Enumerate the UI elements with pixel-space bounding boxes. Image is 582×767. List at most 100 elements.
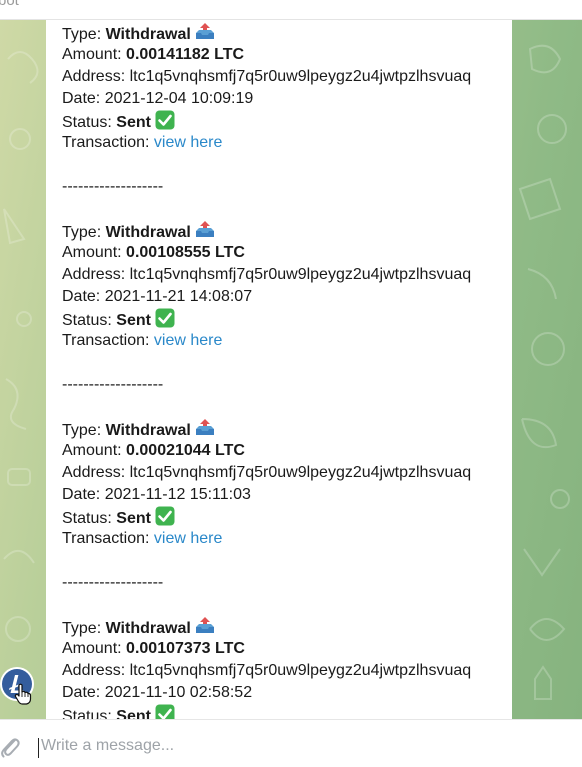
status-line: Status: Sent (62, 308, 471, 330)
status-value: Sent (116, 510, 151, 527)
address-value: ltc1q5vnqhsmfj7q5r0uw9lpeygz2u4jwtpzlhsv… (129, 68, 472, 85)
type-line: Type: Withdrawal (62, 616, 471, 638)
transaction-label: Transaction: (62, 134, 150, 151)
telegram-chat-window: bot Type: Withdrawal Amount: 0.00141182 … (0, 0, 582, 767)
address-label: Address: (62, 68, 126, 85)
check-mark-button-icon (155, 110, 175, 130)
type-value: Withdrawal (105, 620, 191, 637)
transaction-entry: Type: Withdrawal Amount: 0.00141182 LTC … (62, 22, 471, 220)
status-value: Sent (116, 708, 151, 719)
status-label: Status: (62, 708, 112, 719)
check-mark-button-icon (155, 506, 175, 526)
status-value: Sent (116, 114, 151, 131)
type-label: Type: (62, 26, 102, 43)
amount-line: Amount: 0.00141182 LTC (62, 44, 471, 66)
address-value: ltc1q5vnqhsmfj7q5r0uw9lpeygz2u4jwtpzlhsv… (129, 662, 472, 679)
transaction-line: Transaction: view here (62, 132, 471, 154)
type-line: Type: Withdrawal (62, 22, 471, 44)
message-composer (0, 719, 582, 767)
message-input[interactable] (41, 732, 541, 760)
text-caret (38, 738, 39, 758)
view-transaction-link[interactable]: view here (154, 332, 222, 349)
date-label: Date: (62, 288, 101, 305)
amount-label: Amount: (62, 640, 122, 657)
transaction-entry: Type: Withdrawal Amount: 0.00021044 LTC … (62, 418, 471, 616)
date-line: Date: 2021-12-04 10:09:19 (62, 88, 471, 110)
outbox-tray-icon (195, 22, 215, 42)
amount-line: Amount: 0.00108555 LTC (62, 242, 471, 264)
address-line: Address: ltc1q5vnqhsmfj7q5r0uw9lpeygz2u4… (62, 66, 471, 88)
date-line: Date: 2021-11-12 15:11:03 (62, 484, 471, 506)
date-value: 2021-11-12 15:11:03 (104, 486, 251, 503)
address-label: Address: (62, 266, 126, 283)
address-value: ltc1q5vnqhsmfj7q5r0uw9lpeygz2u4jwtpzlhsv… (129, 464, 472, 481)
outbox-tray-icon (195, 418, 215, 438)
date-line: Date: 2021-11-10 02:58:52 (62, 682, 471, 704)
status-value: Sent (116, 312, 151, 329)
amount-label: Amount: (62, 244, 122, 261)
outbox-tray-icon (195, 616, 215, 636)
address-line: Address: ltc1q5vnqhsmfj7q5r0uw9lpeygz2u4… (62, 660, 471, 682)
status-line: Status: Sent (62, 704, 471, 719)
address-label: Address: (62, 464, 126, 481)
amount-value: 0.00021044 LTC (126, 442, 245, 459)
chat-area[interactable]: Type: Withdrawal Amount: 0.00141182 LTC … (0, 19, 582, 719)
amount-label: Amount: (62, 442, 122, 459)
transaction-entry: Type: Withdrawal Amount: 0.00108555 LTC … (62, 220, 471, 418)
status-line: Status: Sent (62, 110, 471, 132)
status-label: Status: (62, 114, 112, 131)
type-line: Type: Withdrawal (62, 220, 471, 242)
amount-value: 0.00141182 LTC (126, 46, 245, 63)
transaction-label: Transaction: (62, 332, 150, 349)
address-line: Address: ltc1q5vnqhsmfj7q5r0uw9lpeygz2u4… (62, 264, 471, 286)
check-mark-button-icon (155, 704, 175, 719)
outbox-tray-icon (195, 220, 215, 240)
address-label: Address: (62, 662, 126, 679)
transaction-line: Transaction: view here (62, 330, 471, 352)
view-transaction-link[interactable]: view here (154, 530, 222, 547)
amount-label: Amount: (62, 46, 122, 63)
transaction-line: Transaction: view here (62, 528, 471, 550)
type-value: Withdrawal (105, 224, 191, 241)
type-label: Type: (62, 620, 102, 637)
date-value: 2021-12-04 10:09:19 (104, 90, 254, 107)
amount-value: 0.00108555 LTC (126, 244, 245, 261)
type-label: Type: (62, 422, 102, 439)
status-label: Status: (62, 312, 112, 329)
date-line: Date: 2021-11-21 14:08:07 (62, 286, 471, 308)
type-value: Withdrawal (105, 26, 191, 43)
type-value: Withdrawal (105, 422, 191, 439)
separator: ------------------- (62, 574, 164, 591)
amount-line: Amount: 0.00107373 LTC (62, 638, 471, 660)
message-bubble[interactable]: Type: Withdrawal Amount: 0.00141182 LTC … (46, 19, 512, 719)
date-label: Date: (62, 684, 101, 701)
date-label: Date: (62, 90, 101, 107)
separator: ------------------- (62, 376, 164, 393)
hand-pointer-icon (14, 683, 32, 710)
view-transaction-link[interactable]: view here (154, 134, 222, 151)
amount-value: 0.00107373 LTC (126, 640, 245, 657)
separator: ------------------- (62, 178, 164, 195)
type-line: Type: Withdrawal (62, 418, 471, 440)
message-text: Type: Withdrawal Amount: 0.00141182 LTC … (62, 22, 471, 719)
transaction-label: Transaction: (62, 530, 150, 547)
type-label: Type: (62, 224, 102, 241)
check-mark-button-icon (155, 308, 175, 328)
date-value: 2021-11-21 14:08:07 (104, 288, 253, 305)
chat-header: bot (0, 0, 582, 20)
date-value: 2021-11-10 02:58:52 (104, 684, 253, 701)
status-label: Status: (62, 510, 112, 527)
address-value: ltc1q5vnqhsmfj7q5r0uw9lpeygz2u4jwtpzlhsv… (129, 266, 472, 283)
amount-line: Amount: 0.00021044 LTC (62, 440, 471, 462)
status-line: Status: Sent (62, 506, 471, 528)
address-line: Address: ltc1q5vnqhsmfj7q5r0uw9lpeygz2u4… (62, 462, 471, 484)
date-label: Date: (62, 486, 101, 503)
bot-label: bot (0, 0, 19, 9)
paperclip-icon[interactable] (0, 734, 20, 758)
